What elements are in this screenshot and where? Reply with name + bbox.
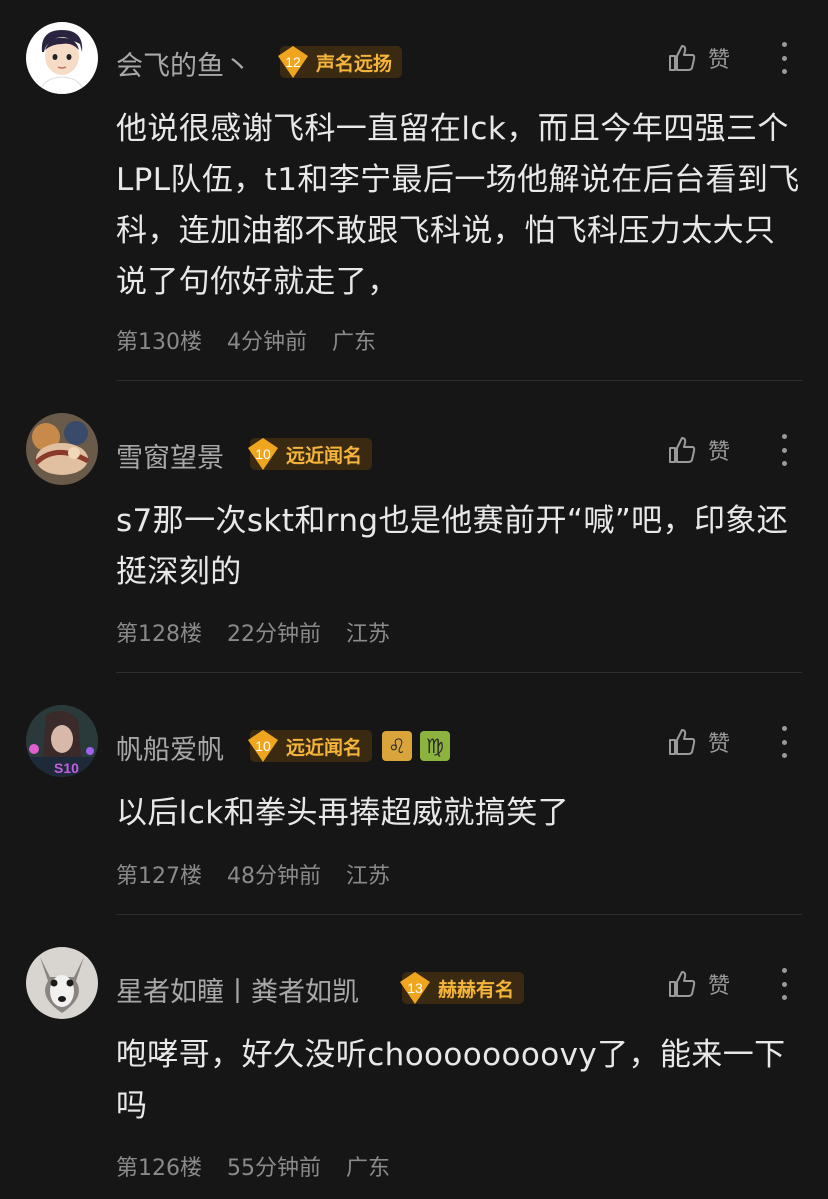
location: 江苏 bbox=[346, 622, 391, 647]
like-label: 赞 bbox=[708, 48, 731, 73]
level-number: 10 bbox=[255, 738, 271, 754]
more-options-icon[interactable] bbox=[778, 42, 790, 74]
timestamp: 22分钟前 bbox=[227, 622, 321, 647]
comment-text: 他说很感谢飞科一直留在lck，而且今年四强三个LPL队伍，t1和李宁最后一场他解… bbox=[116, 111, 800, 300]
like-button[interactable]: 赞 bbox=[666, 42, 730, 74]
badge-title: 远近闻名 bbox=[286, 444, 363, 467]
comment-meta: 第126楼 55分钟前 广东 bbox=[116, 1150, 408, 1182]
location: 广东 bbox=[346, 1156, 391, 1181]
timestamp: 4分钟前 bbox=[227, 330, 307, 355]
level-badge-icon: 13 bbox=[398, 970, 432, 1006]
timestamp: 48分钟前 bbox=[227, 864, 321, 889]
like-button[interactable]: 赞 bbox=[666, 726, 730, 758]
divider bbox=[116, 672, 802, 673]
more-options-icon[interactable] bbox=[778, 726, 790, 758]
thumbs-up-icon bbox=[669, 45, 696, 71]
floor-number: 第128楼 bbox=[116, 622, 202, 647]
like-label: 赞 bbox=[708, 440, 731, 465]
comment-meta: 第130楼 4分钟前 广东 bbox=[116, 324, 394, 356]
avatar[interactable] bbox=[26, 413, 98, 485]
divider bbox=[116, 914, 802, 915]
leo-zodiac-icon: ♌ bbox=[382, 731, 412, 761]
badge-title: 远近闻名 bbox=[286, 736, 363, 759]
location: 广东 bbox=[332, 330, 377, 355]
user-title-badge: 10 远近闻名 bbox=[248, 438, 373, 470]
like-button[interactable]: 赞 bbox=[666, 434, 730, 466]
username[interactable]: 帆船爱帆 bbox=[116, 728, 224, 767]
level-number: 12 bbox=[285, 54, 301, 70]
user-title-badge: 10 远近闻名 bbox=[248, 730, 373, 762]
floor-number: 第127楼 bbox=[116, 864, 202, 889]
avatar[interactable]: S10 bbox=[26, 705, 98, 777]
thumbs-up-icon bbox=[669, 437, 696, 463]
username[interactable]: 会飞的鱼丶 bbox=[116, 44, 251, 83]
timestamp: 55分钟前 bbox=[227, 1156, 321, 1181]
username[interactable]: 星者如瞳丨粪者如凯 bbox=[116, 970, 359, 1009]
more-options-icon[interactable] bbox=[778, 968, 790, 1000]
avatar[interactable] bbox=[26, 22, 98, 94]
badge-title: 赫赫有名 bbox=[438, 978, 515, 1001]
level-badge-icon: 10 bbox=[246, 436, 280, 472]
username[interactable]: 雪窗望景 bbox=[116, 436, 224, 475]
like-label: 赞 bbox=[708, 974, 731, 999]
virgo-zodiac-icon: ♍ bbox=[420, 731, 450, 761]
comment-text: s7那一次skt和rng也是他赛前开“喊”吧，印象还挺深刻的 bbox=[116, 503, 789, 590]
comment-meta: 第127楼 48分钟前 江苏 bbox=[116, 858, 408, 890]
comment-text: 以后lck和拳头再捧超威就搞笑了 bbox=[116, 795, 570, 831]
floor-number: 第130楼 bbox=[116, 330, 202, 355]
avatar[interactable] bbox=[26, 947, 98, 1019]
level-number: 13 bbox=[407, 980, 423, 996]
more-options-icon[interactable] bbox=[778, 434, 790, 466]
like-button[interactable]: 赞 bbox=[666, 968, 730, 1000]
user-title-badge: 12 声名远扬 bbox=[278, 46, 403, 78]
svg-text:S10: S10 bbox=[54, 760, 79, 776]
location: 江苏 bbox=[346, 864, 391, 889]
divider bbox=[116, 380, 802, 381]
comment-text: 咆哮哥，好久没听choooooooovy了，能来一下吗 bbox=[116, 1037, 786, 1124]
level-badge-icon: 10 bbox=[246, 728, 280, 764]
level-number: 10 bbox=[255, 446, 271, 462]
badge-title: 声名远扬 bbox=[316, 52, 393, 75]
comment-meta: 第128楼 22分钟前 江苏 bbox=[116, 616, 408, 648]
level-badge-icon: 12 bbox=[276, 44, 310, 80]
floor-number: 第126楼 bbox=[116, 1156, 202, 1181]
thumbs-up-icon bbox=[669, 729, 696, 755]
user-title-badge: 13 赫赫有名 bbox=[400, 972, 525, 1004]
thumbs-up-icon bbox=[669, 971, 696, 997]
like-label: 赞 bbox=[708, 732, 731, 757]
